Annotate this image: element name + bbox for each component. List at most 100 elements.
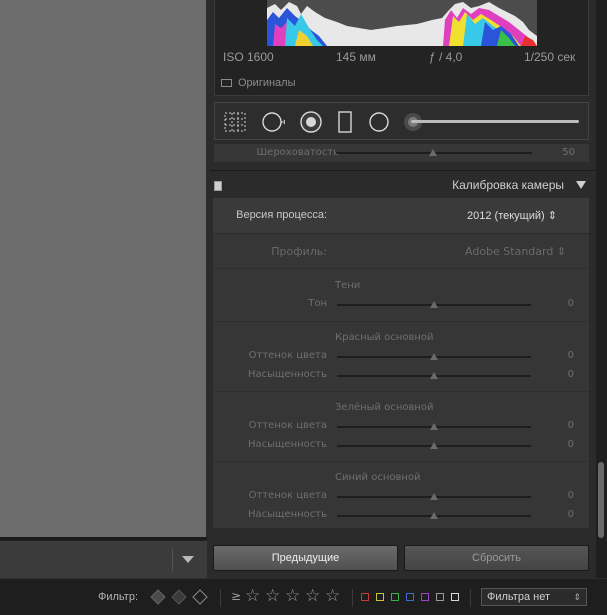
shadows-group: Тени Тон 0 bbox=[213, 270, 589, 322]
shadows-tone-label: Тон bbox=[308, 298, 327, 309]
profile-label: Профиль: bbox=[271, 245, 327, 258]
filter-label: Фильтр: bbox=[98, 591, 139, 603]
roughness-slider-thumb[interactable] bbox=[429, 149, 437, 156]
shadows-tone-thumb[interactable] bbox=[430, 301, 438, 308]
blue-saturation-slider: Насыщенность 0 bbox=[213, 508, 589, 524]
shadows-tone-slider: Тон 0 bbox=[213, 297, 589, 313]
color-label-blue[interactable] bbox=[406, 593, 414, 601]
color-label-green[interactable] bbox=[391, 593, 399, 601]
green-saturation-label: Насыщенность bbox=[247, 439, 327, 450]
camera-calibration-body: Версия процесса: 2012 (текущий) ⇕ Профил… bbox=[212, 197, 590, 529]
crop-tool-button[interactable] bbox=[223, 111, 247, 133]
flag-unflagged-icon[interactable] bbox=[171, 589, 187, 605]
red-eye-button[interactable] bbox=[299, 111, 323, 133]
graduated-filter-icon bbox=[338, 111, 352, 133]
radial-filter-button[interactable] bbox=[367, 111, 391, 133]
process-version-select[interactable]: 2012 (текущий) ⇕ bbox=[467, 209, 557, 222]
toolbar-divider bbox=[172, 549, 173, 571]
collapse-triangle-icon[interactable] bbox=[576, 181, 586, 189]
chevron-down-icon bbox=[182, 556, 194, 563]
shutter-value: 1/250 сек bbox=[524, 50, 576, 64]
panel-scrollbar-thumb[interactable] bbox=[598, 462, 604, 538]
panel-switch-toggle[interactable] bbox=[214, 181, 222, 191]
graduated-filter-button[interactable] bbox=[333, 111, 357, 133]
iso-value: ISO 1600 bbox=[223, 50, 274, 64]
roughness-value: 50 bbox=[562, 147, 575, 158]
originals-label: Оригиналы bbox=[238, 77, 296, 89]
spot-removal-button[interactable] bbox=[261, 111, 285, 133]
exif-info: ISO 1600 145 мм ƒ / 4,0 1/250 сек bbox=[215, 50, 588, 68]
blue-primary-title: Синий основной bbox=[335, 472, 421, 483]
red-saturation-slider: Насыщенность 0 bbox=[213, 368, 589, 384]
filter-divider bbox=[220, 589, 221, 607]
color-label-other[interactable] bbox=[436, 593, 444, 601]
blue-hue-slider: Оттенок цвета 0 bbox=[213, 489, 589, 505]
tool-strip bbox=[214, 102, 589, 140]
red-eye-icon bbox=[300, 111, 322, 133]
brush-size-slider[interactable] bbox=[411, 120, 579, 123]
select-arrows-icon: ⇕ bbox=[573, 592, 581, 602]
flag-picked-icon[interactable] bbox=[150, 589, 166, 605]
process-version-label: Версия процесса: bbox=[236, 209, 327, 221]
color-label-none[interactable] bbox=[451, 593, 459, 601]
filter-preset-value: Фильтра нет bbox=[487, 591, 550, 603]
blue-primary-group: Синий основной Оттенок цвета 0 Насыщенно… bbox=[213, 462, 589, 530]
rating-operator[interactable]: ≥ bbox=[231, 589, 241, 603]
previous-button[interactable]: Предыдущие bbox=[213, 545, 398, 571]
originals-toggle[interactable]: Оригиналы bbox=[221, 77, 296, 89]
profile-select[interactable]: Adobe Standard ⇕ bbox=[465, 245, 566, 258]
red-hue-label: Оттенок цвета bbox=[248, 350, 327, 361]
photo-canvas[interactable] bbox=[0, 0, 207, 537]
filter-bar: Фильтр: ≥ ☆ ☆ ☆ ☆ ☆ Фильтра нет ⇕ bbox=[0, 578, 607, 615]
star-icon[interactable]: ☆ bbox=[245, 586, 260, 606]
blue-saturation-value[interactable]: 0 bbox=[568, 509, 574, 520]
red-saturation-value[interactable]: 0 bbox=[568, 369, 574, 380]
reset-button[interactable]: Сбросить bbox=[404, 545, 589, 571]
aperture-value: ƒ / 4,0 bbox=[429, 50, 463, 64]
star-icon[interactable]: ☆ bbox=[265, 586, 280, 606]
blue-hue-value[interactable]: 0 bbox=[568, 490, 574, 501]
blue-saturation-label: Насыщенность bbox=[247, 509, 327, 520]
camera-calibration-header[interactable]: Калибровка камеры bbox=[210, 170, 596, 196]
shadows-title: Тени bbox=[335, 280, 361, 291]
roughness-label: Шероховатость bbox=[256, 147, 339, 158]
color-label-purple[interactable] bbox=[421, 593, 429, 601]
histogram-panel: ISO 1600 145 мм ƒ / 4,0 1/250 сек Оригин… bbox=[214, 0, 589, 96]
blue-hue-thumb[interactable] bbox=[430, 493, 438, 500]
green-primary-group: Зелёный основной Оттенок цвета 0 Насыщен… bbox=[213, 392, 589, 462]
shadows-tone-value[interactable]: 0 bbox=[568, 298, 574, 309]
roughness-slider-row: Шероховатость 50 bbox=[214, 144, 589, 162]
toolbar-menu-button[interactable] bbox=[180, 553, 196, 567]
red-hue-value[interactable]: 0 bbox=[568, 350, 574, 361]
star-icon[interactable]: ☆ bbox=[285, 586, 300, 606]
red-hue-thumb[interactable] bbox=[430, 353, 438, 360]
red-primary-group: Красный основной Оттенок цвета 0 Насыщен… bbox=[213, 322, 589, 392]
spot-removal-icon bbox=[262, 112, 285, 132]
red-saturation-label: Насыщенность bbox=[247, 369, 327, 380]
blue-hue-label: Оттенок цвета bbox=[248, 490, 327, 501]
process-version-row: Версия процесса: 2012 (текущий) ⇕ bbox=[213, 198, 589, 234]
star-icon[interactable]: ☆ bbox=[325, 586, 340, 606]
red-saturation-thumb[interactable] bbox=[430, 372, 438, 379]
color-label-yellow[interactable] bbox=[376, 593, 384, 601]
crop-grid-icon bbox=[224, 112, 246, 132]
focal-length-value: 145 мм bbox=[336, 50, 376, 64]
radial-filter-icon bbox=[369, 112, 389, 132]
green-saturation-thumb[interactable] bbox=[430, 442, 438, 449]
filter-divider bbox=[352, 589, 353, 607]
camera-calibration-title: Калибровка камеры bbox=[452, 178, 564, 192]
flag-rejected-icon[interactable] bbox=[192, 589, 208, 605]
blue-saturation-thumb[interactable] bbox=[430, 512, 438, 519]
color-label-red[interactable] bbox=[361, 593, 369, 601]
green-hue-value[interactable]: 0 bbox=[568, 420, 574, 431]
histogram-graph[interactable] bbox=[267, 0, 537, 46]
filter-preset-select[interactable]: Фильтра нет ⇕ bbox=[481, 588, 587, 606]
star-icon[interactable]: ☆ bbox=[305, 586, 320, 606]
red-hue-slider: Оттенок цвета 0 bbox=[213, 349, 589, 365]
green-hue-label: Оттенок цвета bbox=[248, 420, 327, 431]
green-saturation-value[interactable]: 0 bbox=[568, 439, 574, 450]
originals-checkbox[interactable] bbox=[221, 79, 232, 87]
toolbar-strip bbox=[0, 540, 207, 578]
green-primary-title: Зелёный основной bbox=[335, 402, 434, 413]
green-hue-thumb[interactable] bbox=[430, 423, 438, 430]
